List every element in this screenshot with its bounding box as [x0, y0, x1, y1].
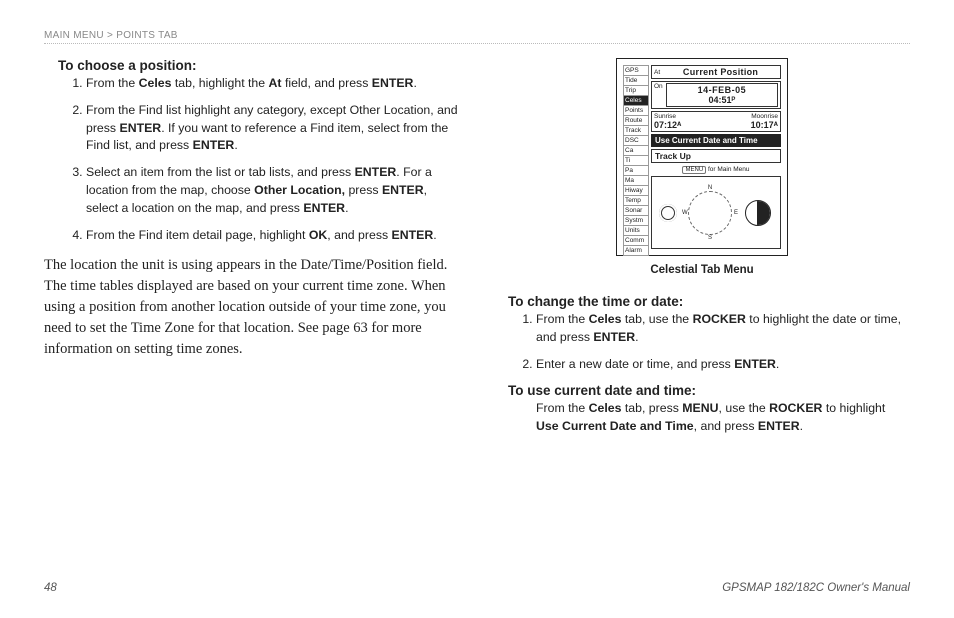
sun-icon	[661, 206, 675, 220]
heading-choose-position: To choose a position:	[44, 58, 464, 73]
breadcrumb-sep: >	[107, 30, 113, 41]
device-tab-temp: Temp	[623, 195, 649, 205]
device-tab-celes: Celes	[623, 95, 649, 105]
device-tab-units: Units	[623, 225, 649, 235]
page-number: 48	[44, 582, 57, 594]
device-screenshot: GPSTideTripCelesPointsRouteTrackDSCCaTiP…	[616, 58, 788, 256]
use-current-instruction: From the Celes tab, press MENU, use the …	[494, 400, 910, 436]
device-tab-gps: GPS	[623, 65, 649, 75]
steps-change-time: From the Celes tab, use the ROCKER to hi…	[494, 311, 910, 373]
breadcrumb-b: Points Tab	[116, 30, 178, 41]
device-sky-panel: N S E W	[651, 176, 781, 249]
device-tab-sonar: Sonar	[623, 205, 649, 215]
step-4: From the Find item detail page, highligh…	[86, 227, 464, 245]
device-tab-trip: Trip	[623, 85, 649, 95]
device-tab-alarm: Alarm	[623, 245, 649, 256]
step-1: From the Celes tab, highlight the At fie…	[86, 75, 464, 93]
device-tab-route: Route	[623, 115, 649, 125]
device-on-field: On 14-FEB-05 04:51ᴾ	[651, 81, 781, 109]
device-tab-pa: Pa	[623, 165, 649, 175]
left-column: To choose a position: From the Celes tab…	[44, 58, 464, 436]
explanatory-paragraph: The location the unit is using appears i…	[44, 255, 464, 360]
breadcrumb: Main Menu > Points Tab	[44, 30, 910, 44]
compass-icon: N S E W	[688, 191, 732, 235]
step-3: Select an item from the list or tab list…	[86, 164, 464, 217]
device-tab-comm: Comm	[623, 235, 649, 245]
moon-phase-icon	[745, 200, 771, 226]
heading-change-time: To change the time or date:	[494, 294, 910, 309]
steps-choose-position: From the Celes tab, highlight the At fie…	[44, 75, 464, 245]
device-hint: MENU for Main Menu	[651, 165, 781, 174]
device-tab-list: GPSTideTripCelesPointsRouteTrackDSCCaTiP…	[623, 65, 649, 249]
device-tab-track: Track	[623, 125, 649, 135]
device-menu-use-current: Use Current Date and Time	[651, 134, 781, 147]
device-tab-ma: Ma	[623, 175, 649, 185]
device-tab-dsc: DSC	[623, 135, 649, 145]
device-at-field: At Current Position	[651, 65, 781, 79]
heading-use-current: To use current date and time:	[494, 383, 910, 398]
device-tab-tide: Tide	[623, 75, 649, 85]
breadcrumb-a: Main Menu	[44, 30, 104, 41]
manual-title: GPSMAP 182/182C Owner's Manual	[722, 582, 910, 594]
device-sun-moon-times: SunriseMoonrise 07:12ᴬ10:17ᴬ	[651, 111, 781, 132]
page-footer: 48 GPSMAP 182/182C Owner's Manual	[44, 582, 910, 594]
device-menu-track-up: Track Up	[651, 149, 781, 163]
device-tab-systm: Systm	[623, 215, 649, 225]
figure-caption: Celestial Tab Menu	[650, 264, 753, 276]
device-tab-ti: Ti	[623, 155, 649, 165]
right-column: GPSTideTripCelesPointsRouteTrackDSCCaTiP…	[494, 58, 910, 436]
device-tab-ca: Ca	[623, 145, 649, 155]
step-ct-2: Enter a new date or time, and press ENTE…	[536, 356, 910, 374]
step-2: From the Find list highlight any categor…	[86, 102, 464, 155]
device-tab-hiway: Hiway	[623, 185, 649, 195]
step-ct-1: From the Celes tab, use the ROCKER to hi…	[536, 311, 910, 347]
figure-celestial-menu: GPSTideTripCelesPointsRouteTrackDSCCaTiP…	[494, 58, 910, 276]
device-tab-points: Points	[623, 105, 649, 115]
